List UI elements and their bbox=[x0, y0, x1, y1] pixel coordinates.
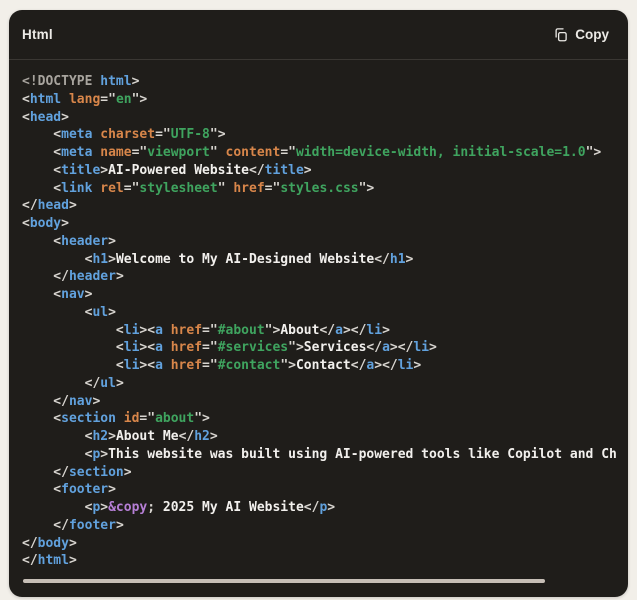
code-line: <meta charset="UTF-8"> bbox=[22, 127, 226, 143]
copy-label: Copy bbox=[575, 27, 609, 42]
code-line: <html lang="en"> bbox=[22, 91, 148, 107]
code-line: </head> bbox=[22, 198, 77, 214]
copy-button[interactable]: Copy bbox=[551, 23, 611, 46]
code-line: </html> bbox=[22, 553, 77, 569]
code-line: <meta name="viewport" content="width=dev… bbox=[22, 145, 602, 160]
code-line: <li><a href="#contact">Contact</a></li> bbox=[22, 358, 422, 373]
code-line: <head> bbox=[22, 109, 69, 125]
code-line: <h2>About Me</h2> bbox=[22, 429, 218, 444]
code-line: <li><a href="#services">Services</a></li… bbox=[22, 340, 437, 356]
code-line: <li><a href="#about">About</a></li> bbox=[22, 322, 390, 338]
code-line: <title>AI-Powered Website</title> bbox=[22, 162, 312, 178]
code-line: </section> bbox=[22, 464, 132, 480]
horizontal-scrollbar bbox=[23, 579, 614, 583]
code-line: <p>This website was built using AI-power… bbox=[22, 446, 617, 462]
code-line: <p>&copy; 2025 My AI Website</p> bbox=[22, 500, 336, 515]
code-line: <!DOCTYPE html> bbox=[22, 74, 140, 89]
horizontal-scrollbar-thumb[interactable] bbox=[23, 579, 545, 583]
code-line: <section id="about"> bbox=[22, 411, 210, 427]
code-content: <!DOCTYPE html> <html lang="en"> <head> <m… bbox=[22, 73, 628, 570]
copy-icon bbox=[553, 27, 568, 42]
code-line: <ul> bbox=[22, 304, 116, 320]
code-area[interactable]: <!DOCTYPE html> <html lang="en"> <head> <m… bbox=[9, 60, 628, 597]
code-line: <footer> bbox=[22, 482, 116, 498]
code-line: <header> bbox=[22, 233, 116, 249]
code-line: </ul> bbox=[22, 375, 124, 391]
code-line: </nav> bbox=[22, 393, 101, 409]
code-header: Html Copy bbox=[9, 10, 628, 60]
code-line: </header> bbox=[22, 269, 124, 285]
language-label: Html bbox=[22, 27, 53, 42]
code-card: Html Copy <!DOCTYPE html> <html lang="en"… bbox=[9, 10, 628, 597]
code-line: </body> bbox=[22, 535, 77, 551]
code-line: <nav> bbox=[22, 287, 93, 302]
code-line: <link rel="stylesheet" href="styles.css"… bbox=[22, 180, 375, 196]
code-line: <h1>Welcome to My AI-Designed Website</h… bbox=[22, 251, 414, 267]
page-background: { "header": { "language_label": "Html", … bbox=[0, 0, 637, 600]
code-line: </footer> bbox=[22, 517, 124, 533]
code-line: <body> bbox=[22, 216, 69, 231]
